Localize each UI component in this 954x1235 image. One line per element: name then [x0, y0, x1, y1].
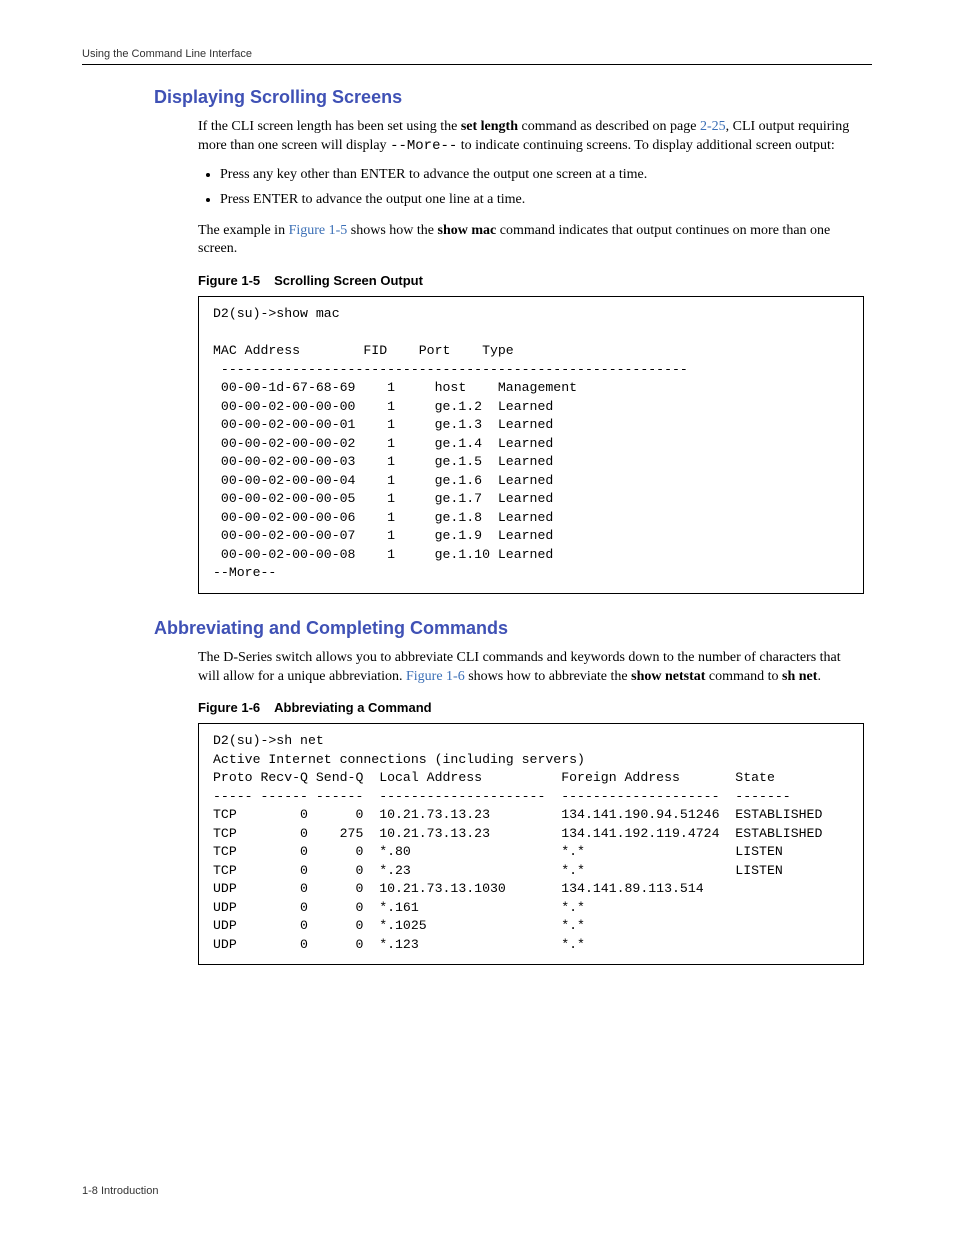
figure-title: Scrolling Screen Output [274, 273, 423, 288]
cli-row: 00-00-02-00-00-01 1 ge.1.3 Learned [213, 417, 553, 432]
cli-row: 00-00-02-00-00-03 1 ge.1.5 Learned [213, 454, 553, 469]
text: command as described on page [518, 119, 700, 134]
cli-header: MAC Address FID Port Type [213, 343, 514, 358]
text: If the CLI screen length has been set us… [198, 119, 461, 134]
section-body-2: The D-Series switch allows you to abbrev… [198, 649, 864, 966]
cli-prompt: D2(su)->sh net [213, 733, 324, 748]
cli-row: UDP 0 0 *.161 *.* [213, 900, 585, 915]
para-1: If the CLI screen length has been set us… [198, 118, 864, 156]
cli-more: --More-- [213, 565, 276, 580]
cli-row: TCP 0 0 *.80 *.* LISTEN [213, 844, 783, 859]
figure-caption-1-6: Figure 1-6 Abbreviating a Command [198, 700, 864, 715]
page-footer: 1-8 Introduction [82, 1185, 158, 1197]
text: to indicate continuing screens. To displ… [457, 138, 834, 153]
bullet-item: Press any key other than ENTER to advanc… [220, 166, 864, 185]
cli-line: Active Internet connections (including s… [213, 752, 585, 767]
bold-set-length: set length [461, 119, 518, 134]
cli-row: UDP 0 0 *.1025 *.* [213, 918, 585, 933]
inline-code-more: --More-- [390, 138, 457, 154]
cli-row: 00-00-02-00-00-02 1 ge.1.4 Learned [213, 436, 553, 451]
figure-label: Figure 1-6 [198, 700, 260, 715]
cli-row: UDP 0 0 10.21.73.13.1030 134.141.89.113.… [213, 881, 704, 896]
para-3: The D-Series switch allows you to abbrev… [198, 649, 864, 687]
cli-row: 00-00-02-00-00-00 1 ge.1.2 Learned [213, 399, 553, 414]
figure-title: Abbreviating a Command [274, 700, 431, 715]
cli-row: 00-00-02-00-00-04 1 ge.1.6 Learned [213, 473, 553, 488]
cli-output-figure-1-5: D2(su)->show mac MAC Address FID Port Ty… [198, 296, 864, 593]
cli-row: 00-00-02-00-00-05 1 ge.1.7 Learned [213, 491, 553, 506]
xref-page-2-25[interactable]: 2-25 [700, 119, 726, 134]
section-heading-displaying-scrolling: Displaying Scrolling Screens [154, 87, 872, 108]
cli-row: 00-00-1d-67-68-69 1 host Management [213, 380, 577, 395]
text: The example in [198, 223, 289, 238]
running-head: Using the Command Line Interface [82, 48, 872, 65]
cli-row: TCP 0 0 *.23 *.* LISTEN [213, 863, 783, 878]
cli-header: Proto Recv-Q Send-Q Local Address Foreig… [213, 770, 775, 785]
cli-row: TCP 0 275 10.21.73.13.23 134.141.192.119… [213, 826, 822, 841]
bold-show-netstat: show netstat [631, 669, 705, 684]
text: shows how the [347, 223, 437, 238]
cli-row: TCP 0 0 10.21.73.13.23 134.141.190.94.51… [213, 807, 822, 822]
figure-caption-1-5: Figure 1-5 Scrolling Screen Output [198, 273, 864, 288]
cli-prompt: D2(su)->show mac [213, 306, 340, 321]
cli-row: 00-00-02-00-00-08 1 ge.1.10 Learned [213, 547, 553, 562]
cli-row: 00-00-02-00-00-06 1 ge.1.8 Learned [213, 510, 553, 525]
cli-rule: ----------------------------------------… [213, 362, 688, 377]
bold-sh-net: sh net [782, 669, 817, 684]
section-heading-abbreviating: Abbreviating and Completing Commands [154, 618, 872, 639]
cli-rule: ----- ------ ------ --------------------… [213, 789, 791, 804]
text: command to [705, 669, 782, 684]
cli-output-figure-1-6: D2(su)->sh net Active Internet connectio… [198, 723, 864, 965]
bullet-list: Press any key other than ENTER to advanc… [198, 166, 864, 210]
bullet-item: Press ENTER to advance the output one li… [220, 191, 864, 210]
bold-show-mac: show mac [438, 223, 497, 238]
cli-row: UDP 0 0 *.123 *.* [213, 937, 585, 952]
cli-row: 00-00-02-00-00-07 1 ge.1.9 Learned [213, 528, 553, 543]
figure-label: Figure 1-5 [198, 273, 260, 288]
text: . [817, 669, 821, 684]
xref-figure-1-5[interactable]: Figure 1-5 [289, 223, 348, 238]
xref-figure-1-6[interactable]: Figure 1-6 [406, 669, 465, 684]
section-body-1: If the CLI screen length has been set us… [198, 118, 864, 594]
para-2: The example in Figure 1-5 shows how the … [198, 222, 864, 260]
text: shows how to abbreviate the [465, 669, 631, 684]
